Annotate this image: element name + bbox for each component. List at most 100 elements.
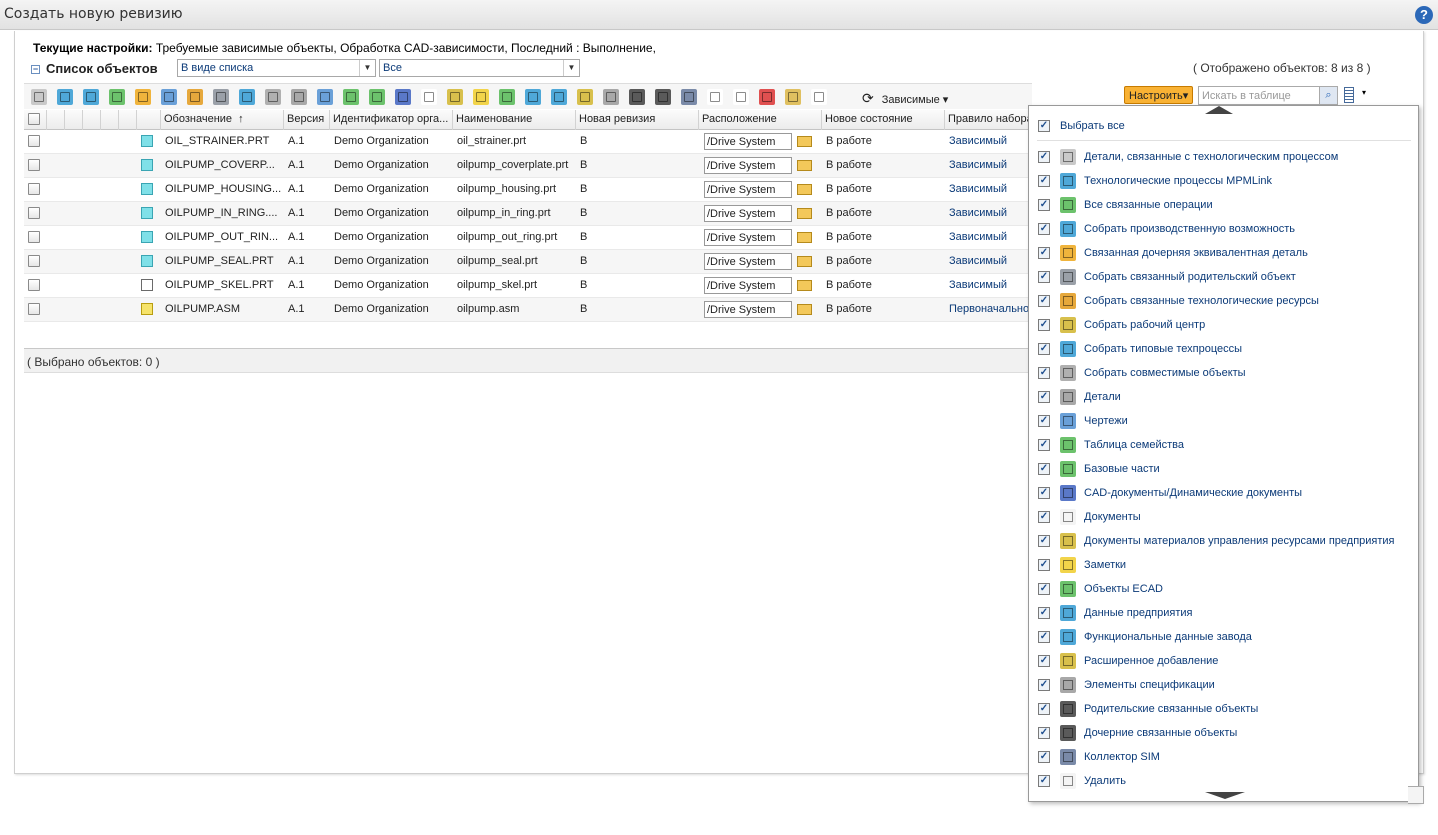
location-input[interactable]: /Drive System <box>704 229 792 246</box>
folder-icon[interactable] <box>797 232 812 243</box>
select-all-checkbox[interactable]: ✓ <box>1038 120 1050 132</box>
dependent-type-option[interactable]: ✓ Таблица семейства <box>1029 434 1420 458</box>
dependent-type-option[interactable]: ✓ Связанная дочерняя эквивалентная деталь <box>1029 242 1420 266</box>
row-checkbox[interactable] <box>28 279 40 291</box>
row-rule[interactable]: Зависимый <box>949 279 1031 291</box>
option-checkbox[interactable]: ✓ <box>1038 367 1050 379</box>
folder-icon[interactable] <box>797 184 812 195</box>
dependent-type-option[interactable]: ✓ Документы <box>1029 506 1420 530</box>
option-checkbox[interactable]: ✓ <box>1038 655 1050 667</box>
toolbar-action-icon[interactable] <box>759 89 775 105</box>
dependents-menu[interactable]: ⟳ Зависимые ▾ <box>862 90 948 107</box>
option-checkbox[interactable]: ✓ <box>1038 775 1050 787</box>
toolbar-action-icon[interactable] <box>57 89 73 105</box>
dependent-type-option[interactable]: ✓ Удалить <box>1029 770 1420 794</box>
row-rule[interactable]: Зависимый <box>949 159 1031 171</box>
row-rule[interactable]: Зависимый <box>949 255 1031 267</box>
toolbar-action-icon[interactable] <box>447 89 463 105</box>
toolbar-action-icon[interactable] <box>369 89 385 105</box>
header-new-state[interactable]: Новое состояние <box>822 110 945 130</box>
columns-icon[interactable] <box>1344 87 1354 103</box>
row-rule[interactable]: Зависимый <box>949 183 1031 195</box>
row-checkbox[interactable] <box>28 207 40 219</box>
option-checkbox[interactable]: ✓ <box>1038 175 1050 187</box>
dependent-type-option[interactable]: ✓ Все связанные операции <box>1029 194 1420 218</box>
option-checkbox[interactable]: ✓ <box>1038 391 1050 403</box>
option-checkbox[interactable]: ✓ <box>1038 511 1050 523</box>
folder-icon[interactable] <box>797 160 812 171</box>
row-checkbox[interactable] <box>28 183 40 195</box>
table-row[interactable]: OILPUMP_COVERP... A.1 Demo Organization oil… <box>24 154 1032 178</box>
toolbar-action-icon[interactable] <box>577 89 593 105</box>
toolbar-action-icon[interactable] <box>31 89 47 105</box>
panel-scroll-button[interactable] <box>1408 786 1424 804</box>
toolbar-action-icon[interactable] <box>291 89 307 105</box>
option-checkbox[interactable]: ✓ <box>1038 247 1050 259</box>
option-checkbox[interactable]: ✓ <box>1038 607 1050 619</box>
dependent-type-option[interactable]: ✓ Технологические процессы MPMLink <box>1029 170 1420 194</box>
table-row[interactable]: OILPUMP.ASM A.1 Demo Organization oilpump.a… <box>24 298 1032 322</box>
collapse-icon[interactable]: − <box>31 65 40 74</box>
option-checkbox[interactable]: ✓ <box>1038 343 1050 355</box>
toolbar-action-icon[interactable] <box>707 89 723 105</box>
dependent-type-option[interactable]: ✓ Собрать производственную возможность <box>1029 218 1420 242</box>
toolbar-action-icon[interactable] <box>187 89 203 105</box>
help-icon[interactable]: ? <box>1415 6 1433 24</box>
dependent-type-option[interactable]: ✓ Дочерние связанные объекты <box>1029 722 1420 746</box>
toolbar-action-icon[interactable] <box>655 89 671 105</box>
table-row[interactable]: OIL_STRAINER.PRT A.1 Demo Organization oil_… <box>24 130 1032 154</box>
toolbar-action-icon[interactable] <box>785 89 801 105</box>
dependent-type-option[interactable]: ✓ Расширенное добавление <box>1029 650 1420 674</box>
row-checkbox[interactable] <box>28 255 40 267</box>
row-checkbox[interactable] <box>28 159 40 171</box>
row-checkbox[interactable] <box>28 231 40 243</box>
row-rule[interactable]: Зависимый <box>949 207 1031 219</box>
option-checkbox[interactable]: ✓ <box>1038 535 1050 547</box>
dependent-type-option[interactable]: ✓ Собрать типовые техпроцессы <box>1029 338 1420 362</box>
view-select[interactable]: В виде списка ▼ <box>177 59 376 77</box>
dependent-type-option[interactable]: ✓ Объекты ECAD <box>1029 578 1420 602</box>
dependent-type-option[interactable]: ✓ CAD-документы/Динамические документы <box>1029 482 1420 506</box>
option-checkbox[interactable]: ✓ <box>1038 703 1050 715</box>
dependent-type-option[interactable]: ✓ Функциональные данные завода <box>1029 626 1420 650</box>
row-checkbox[interactable] <box>28 303 40 315</box>
toolbar-action-icon[interactable] <box>239 89 255 105</box>
toolbar-action-icon[interactable] <box>395 89 411 105</box>
toolbar-action-icon[interactable] <box>499 89 515 105</box>
toolbar-action-icon[interactable] <box>421 89 437 105</box>
option-checkbox[interactable]: ✓ <box>1038 463 1050 475</box>
header-rule[interactable]: Правило набора <box>945 110 1032 130</box>
option-checkbox[interactable]: ✓ <box>1038 727 1050 739</box>
header-org[interactable]: Идентификатор орга... <box>330 110 453 130</box>
toolbar-action-icon[interactable] <box>473 89 489 105</box>
toolbar-action-icon[interactable] <box>629 89 645 105</box>
option-checkbox[interactable]: ✓ <box>1038 583 1050 595</box>
option-checkbox[interactable]: ✓ <box>1038 751 1050 763</box>
toolbar-action-icon[interactable] <box>317 89 333 105</box>
toolbar-action-icon[interactable] <box>525 89 541 105</box>
toolbar-action-icon[interactable] <box>603 89 619 105</box>
row-rule[interactable]: Зависимый <box>949 231 1031 243</box>
folder-icon[interactable] <box>797 256 812 267</box>
toolbar-action-icon[interactable] <box>161 89 177 105</box>
toolbar-action-icon[interactable] <box>213 89 229 105</box>
folder-icon[interactable] <box>797 280 812 291</box>
option-checkbox[interactable]: ✓ <box>1038 439 1050 451</box>
location-input[interactable]: /Drive System <box>704 181 792 198</box>
dependent-type-option[interactable]: ✓ Чертежи <box>1029 410 1420 434</box>
toolbar-action-icon[interactable] <box>83 89 99 105</box>
filter-select[interactable]: Все ▼ <box>379 59 580 77</box>
toolbar-action-icon[interactable] <box>681 89 697 105</box>
location-input[interactable]: /Drive System <box>704 253 792 270</box>
option-checkbox[interactable]: ✓ <box>1038 487 1050 499</box>
dependent-type-option[interactable]: ✓ Собрать совместимые объекты <box>1029 362 1420 386</box>
location-input[interactable]: /Drive System <box>704 133 792 150</box>
header-name[interactable]: Наименование <box>453 110 576 130</box>
row-rule[interactable]: Первоначально <box>949 303 1031 315</box>
select-all-checkbox[interactable] <box>28 113 40 125</box>
chevron-down-icon[interactable]: ▾ <box>1362 88 1366 97</box>
option-checkbox[interactable]: ✓ <box>1038 295 1050 307</box>
dependent-type-option[interactable]: ✓ Детали <box>1029 386 1420 410</box>
dependent-type-option[interactable]: ✓ Документы материалов управления ресурса… <box>1029 530 1420 554</box>
toolbar-action-icon[interactable] <box>811 89 827 105</box>
